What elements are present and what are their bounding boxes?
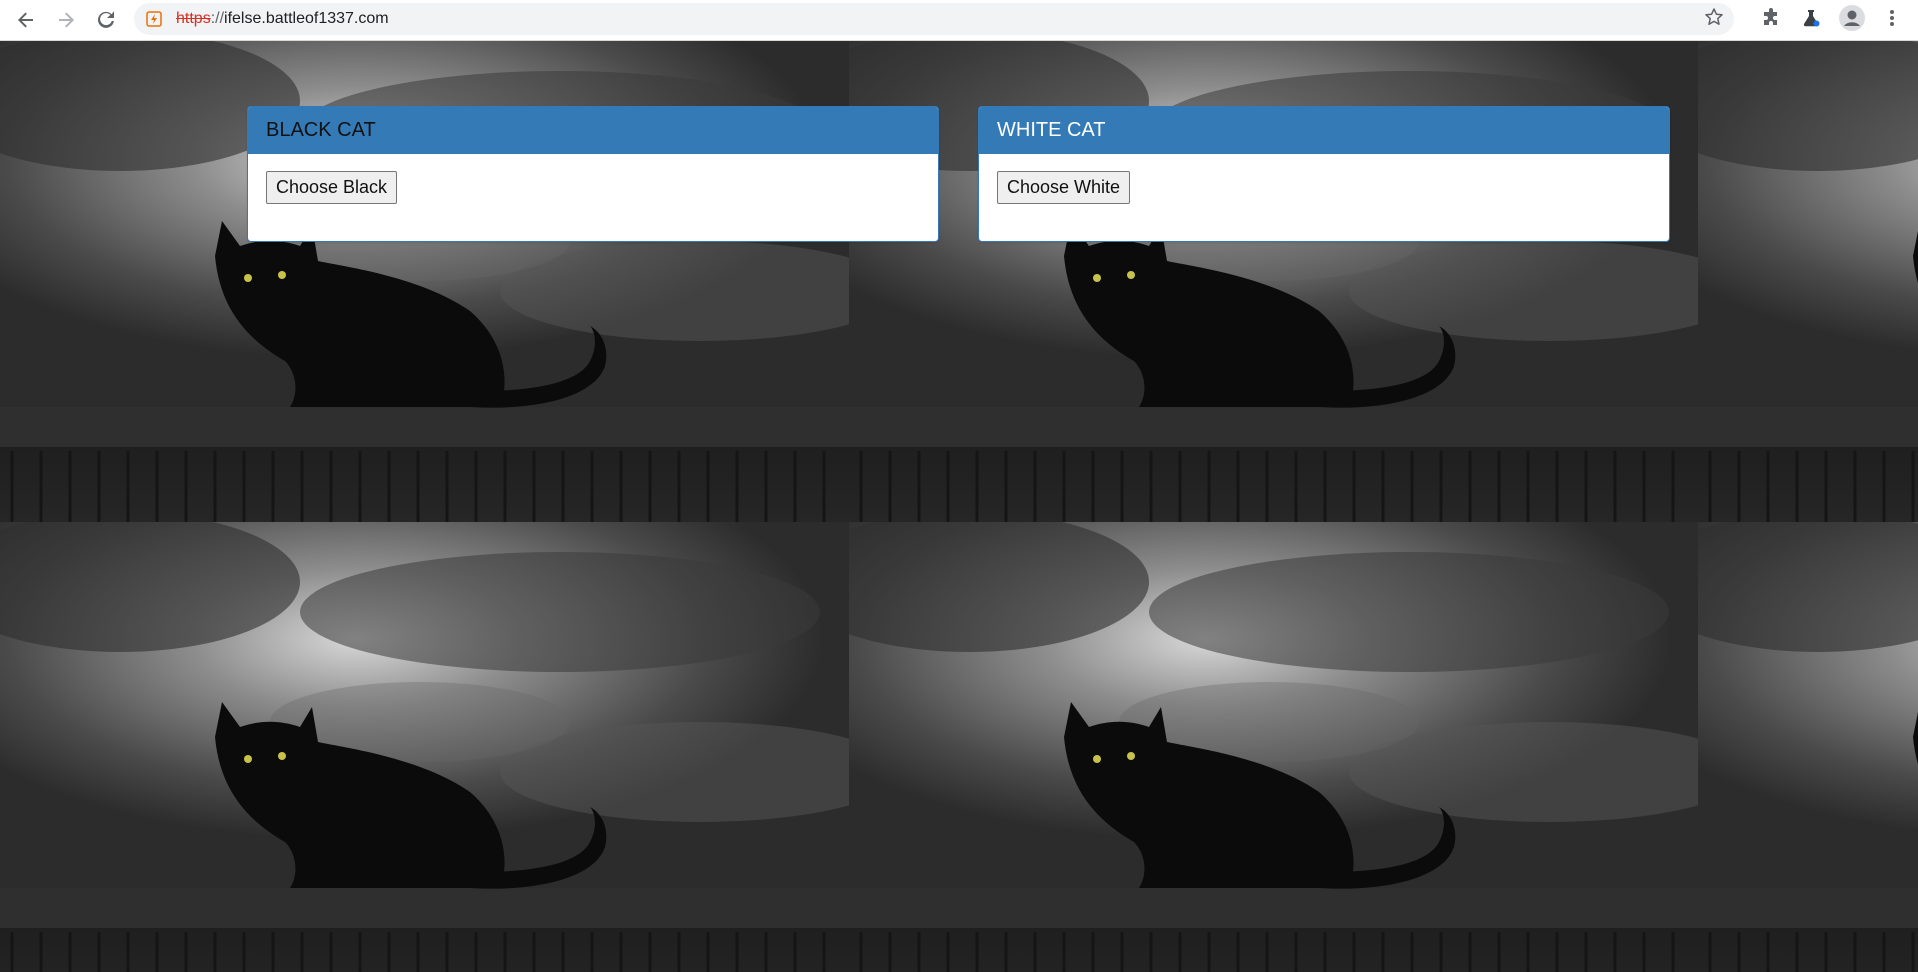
panel-body: Choose Black xyxy=(248,154,938,221)
background-tile xyxy=(0,522,849,972)
white-cat-panel: WHITE CAT Choose White xyxy=(978,106,1670,242)
extensions-button[interactable] xyxy=(1757,6,1785,34)
background-tile xyxy=(1698,522,1918,972)
choose-white-button[interactable]: Choose White xyxy=(997,171,1131,204)
site-info-icon[interactable] xyxy=(146,11,162,27)
panel-body: Choose White xyxy=(979,154,1669,221)
browser-toolbar: https://ifelse.battleof1337.com xyxy=(0,0,1918,41)
url-host: ifelse.battleof1337.com xyxy=(224,10,389,27)
labs-button[interactable] xyxy=(1797,6,1825,34)
avatar-icon xyxy=(1839,4,1865,36)
profile-button[interactable] xyxy=(1838,4,1866,36)
kebab-menu-icon xyxy=(1889,8,1895,33)
flask-icon xyxy=(1801,8,1821,33)
back-arrow-icon xyxy=(17,11,35,29)
forward-button[interactable] xyxy=(52,6,80,34)
panel-title: WHITE CAT xyxy=(979,107,1669,154)
address-bar[interactable]: https://ifelse.battleof1337.com xyxy=(134,3,1734,35)
panel-title: BLACK CAT xyxy=(248,107,938,154)
reload-button[interactable] xyxy=(92,6,120,34)
bookmark-button[interactable] xyxy=(1700,5,1728,33)
star-icon xyxy=(1704,7,1724,32)
forward-arrow-icon xyxy=(57,11,75,29)
back-button[interactable] xyxy=(12,6,40,34)
page-viewport: BLACK CAT Choose Black WHITE CAT Choose … xyxy=(0,41,1918,972)
url-scheme: https xyxy=(176,10,211,27)
url-separator: :// xyxy=(210,10,225,27)
background-tile xyxy=(1698,41,1918,522)
background-tile xyxy=(849,522,1698,972)
choose-black-button[interactable]: Choose Black xyxy=(266,171,398,204)
reload-icon xyxy=(97,11,115,29)
browser-menu-button[interactable] xyxy=(1878,6,1906,34)
puzzle-icon xyxy=(1761,7,1781,33)
url-text: https://ifelse.battleof1337.com xyxy=(176,10,389,28)
black-cat-panel: BLACK CAT Choose Black xyxy=(247,106,939,242)
